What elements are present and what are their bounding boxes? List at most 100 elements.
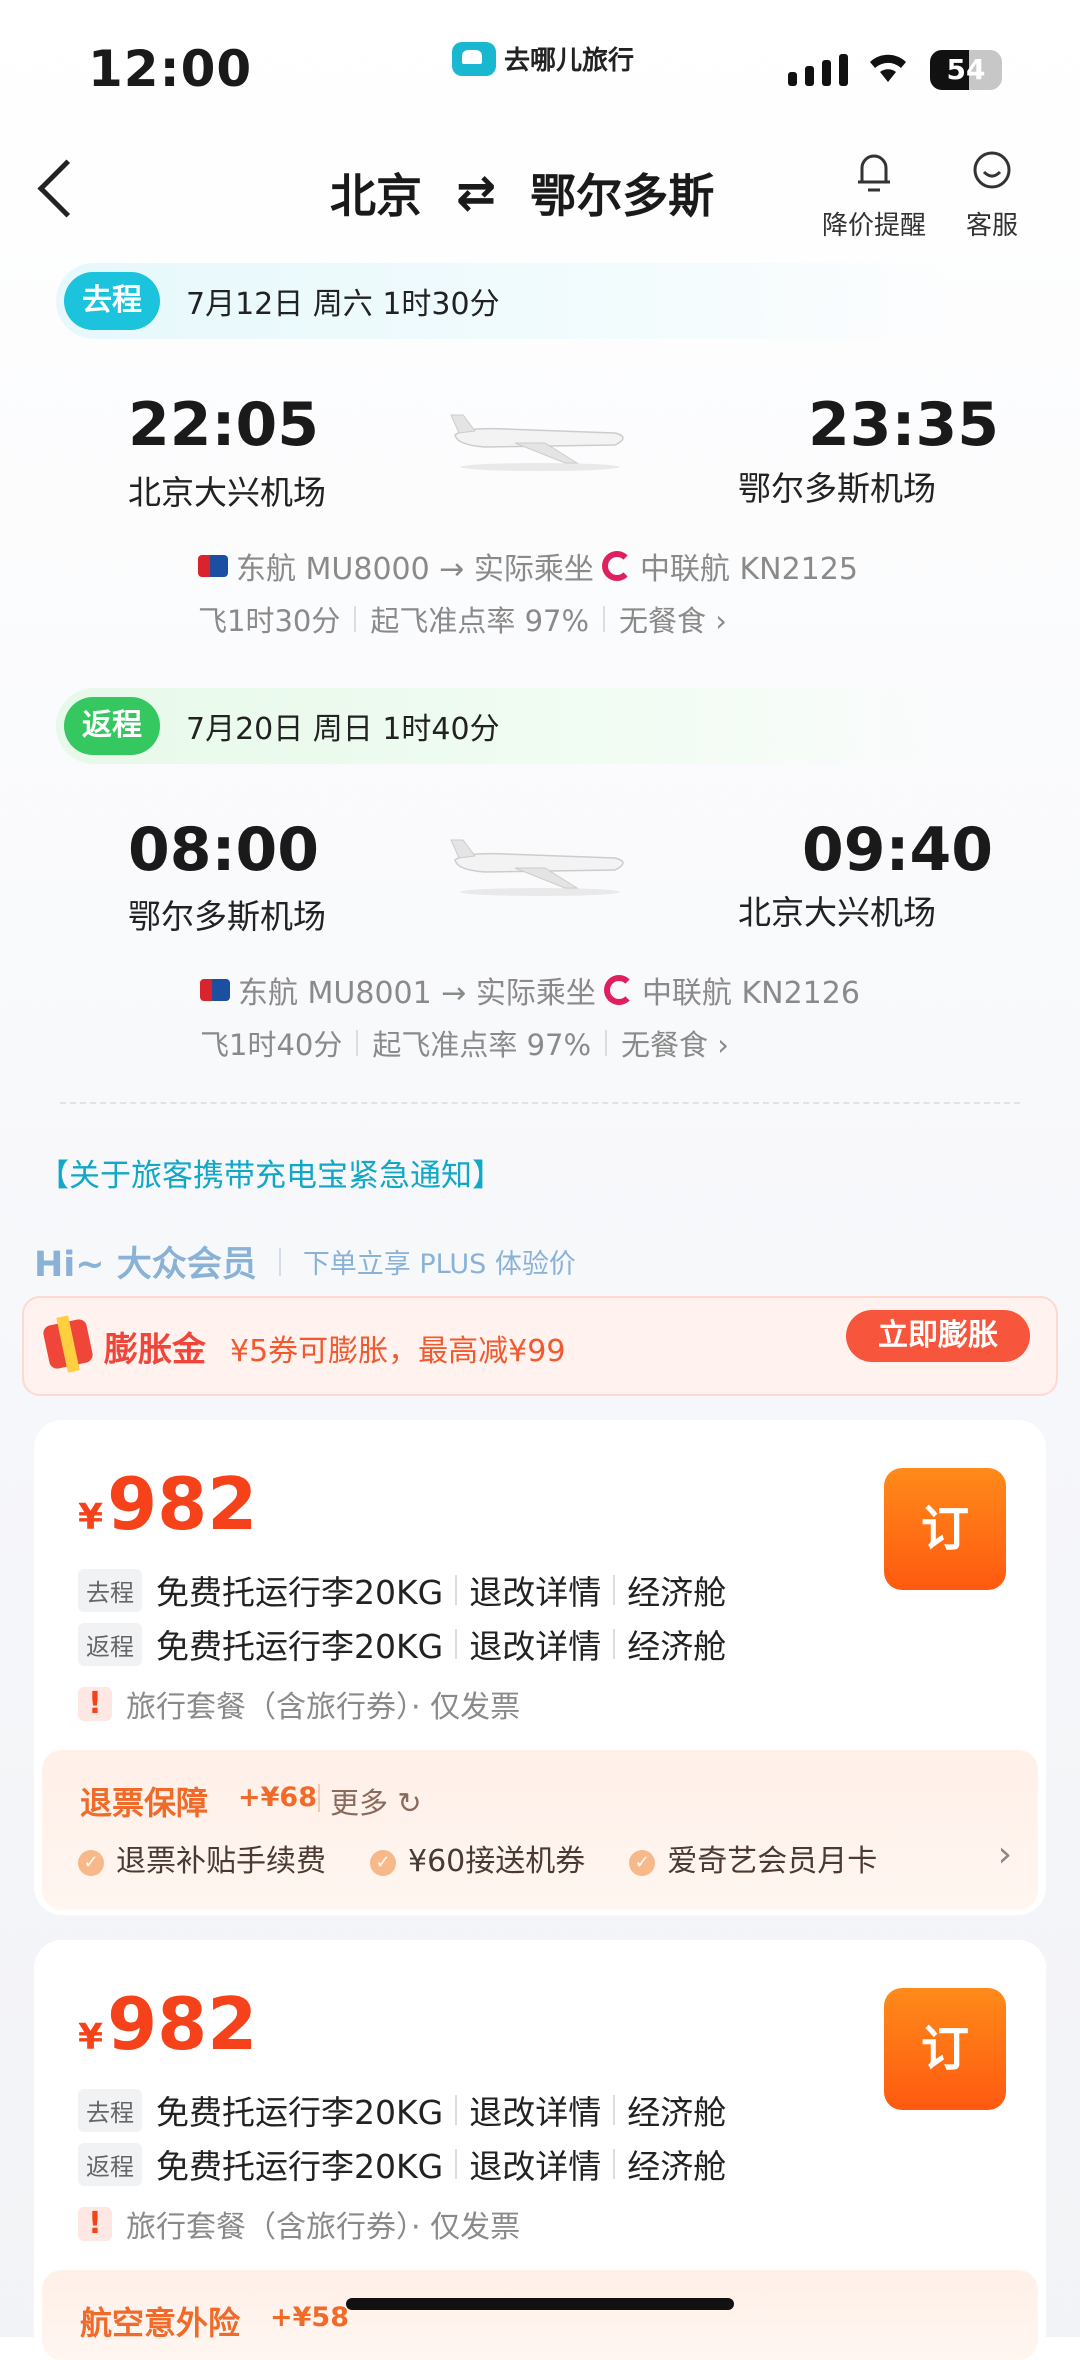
outbound-fare-row: 去程 免费托运行李20KG 退改详情 经济舱 xyxy=(78,2086,726,2134)
swap-icon[interactable]: ⇄ xyxy=(456,165,496,221)
package-info: ! 旅行套餐（含旅行券）· 仅发票 xyxy=(78,2202,520,2246)
fare-price: ¥982 xyxy=(78,1982,258,2066)
chevron-right-icon[interactable]: › xyxy=(998,1834,1012,1875)
return-fare-row: 返程 免费托运行李20KG 退改详情 经济舱 xyxy=(78,2140,726,2188)
member-greeting: Hi~ 大众会员 xyxy=(34,1245,257,1285)
route-title: 北京 ⇄ 鄂尔多斯 xyxy=(330,160,714,226)
refund-protection-panel[interactable]: 退票保障 +¥68 更多 ↻ ✓ 退票补贴手续费 ✓ ¥60接送机券 ✓ 爱奇艺会员月… xyxy=(42,1750,1038,1910)
gift-icon xyxy=(41,1317,95,1371)
battery-icon: 54 xyxy=(930,50,1002,90)
china-united-logo-icon xyxy=(601,551,632,581)
battery-level: 54 xyxy=(946,53,986,86)
book-button[interactable]: 订 xyxy=(884,1988,1006,2110)
service-label: 客服 xyxy=(966,211,1019,241)
brand-name: 去哪儿旅行 xyxy=(504,46,635,76)
return-dep-time: 08:00 xyxy=(128,815,319,885)
service-button[interactable]: 客服 xyxy=(966,150,1018,242)
outbound-banner: 去程 7月12日 周六 1时30分 xyxy=(56,263,956,339)
refund-link[interactable]: 退改详情 xyxy=(469,2140,601,2188)
cabin-class: 经济舱 xyxy=(627,2093,727,2132)
outbound-date-info: 7月12日 周六 1时30分 xyxy=(186,287,500,322)
return-carrier: 东航 MU8001 → 实际乘坐 中联航 KN2126 xyxy=(200,968,860,1012)
bell-icon xyxy=(822,150,926,205)
outbound-ontime: 起飞准点率 97% xyxy=(370,604,590,638)
return-operating-text: 中联航 KN2126 xyxy=(641,976,860,1011)
outbound-meal: 无餐食 › xyxy=(619,604,727,638)
check-icon: ✓ xyxy=(629,1849,656,1876)
powerbank-notice-link[interactable]: 【关于旅客携带充电宝紧急通知】 xyxy=(38,1150,503,1195)
return-banner: 返程 7月20日 周日 1时40分 xyxy=(56,688,956,764)
protection-price: +¥68 xyxy=(238,1782,317,1813)
return-duration: 飞1时40分 xyxy=(200,1028,343,1062)
outbound-dep-airport: 北京大兴机场 xyxy=(128,473,326,512)
china-united-logo-icon xyxy=(603,975,634,1005)
cabin-class: 经济舱 xyxy=(627,1573,727,1612)
divider xyxy=(60,1102,1020,1104)
camel-icon xyxy=(452,41,496,76)
refund-link[interactable]: 退改详情 xyxy=(469,2086,601,2134)
return-tag: 返程 xyxy=(64,697,160,755)
inflate-title: 膨胀金 xyxy=(104,1330,206,1370)
refund-link[interactable]: 退改详情 xyxy=(469,1566,601,1614)
china-eastern-logo-icon xyxy=(198,555,228,577)
baggage-info: 免费托运行李20KG xyxy=(156,2093,444,2132)
alert-icon: ! xyxy=(78,2207,112,2241)
outbound-meta[interactable]: 飞1时30分 起飞准点率 97% 无餐食 › xyxy=(198,598,727,640)
protection-item: ✓ 爱奇艺会员月卡 xyxy=(629,1836,877,1880)
outbound-operating-text: 中联航 KN2125 xyxy=(639,552,858,587)
cabin-class: 经济舱 xyxy=(627,1627,727,1666)
more-options-link[interactable]: 更多 ↻ xyxy=(330,1780,422,1822)
outbound-carrier: 东航 MU8000 → 实际乘坐 中联航 KN2125 xyxy=(198,544,858,588)
signal-icon xyxy=(788,54,848,86)
alert-icon: ! xyxy=(78,1687,112,1721)
outbound-duration: 飞1时30分 xyxy=(198,604,341,638)
from-city: 北京 xyxy=(330,169,422,223)
check-icon: ✓ xyxy=(370,1849,396,1876)
outbound-tag: 去程 xyxy=(64,272,160,330)
return-arr-airport: 北京大兴机场 xyxy=(738,893,936,932)
return-meta[interactable]: 飞1时40分 起飞准点率 97% 无餐食 › xyxy=(200,1022,729,1064)
brand-logo: 去哪儿旅行 xyxy=(452,40,634,77)
return-meal: 无餐食 › xyxy=(621,1028,729,1062)
return-carrier-text: 东航 MU8001 → 实际乘坐 xyxy=(238,976,596,1011)
outbound-arr-airport: 鄂尔多斯机场 xyxy=(738,469,936,508)
outbound-dep-time: 22:05 xyxy=(128,390,319,460)
wifi-icon xyxy=(866,48,910,94)
package-info: ! 旅行套餐（含旅行券）· 仅发票 xyxy=(78,1682,520,1726)
insurance-price: +¥58 xyxy=(270,2302,349,2333)
fare-price: ¥982 xyxy=(78,1462,258,1546)
return-date-info: 7月20日 周日 1时40分 xyxy=(186,712,500,747)
home-indicator xyxy=(346,2298,734,2310)
insurance-panel[interactable]: 航空意外险 +¥58 xyxy=(42,2270,1038,2360)
baggage-info: 免费托运行李20KG xyxy=(156,1573,444,1612)
chat-icon xyxy=(966,150,1018,205)
baggage-info: 免费托运行李20KG xyxy=(156,1627,444,1666)
refund-link[interactable]: 退改详情 xyxy=(469,1620,601,1668)
return-arr-time: 09:40 xyxy=(802,815,993,885)
protection-title: 退票保障 xyxy=(80,1784,209,1822)
outbound-arr-time: 23:35 xyxy=(808,390,999,460)
protection-item: ✓ 退票补贴手续费 xyxy=(78,1836,326,1880)
price-alert-label: 降价提醒 xyxy=(822,211,927,241)
inflate-coupon-banner: 膨胀金 ¥5券可膨胀，最高减¥99 立即膨胀 xyxy=(22,1296,1058,1396)
fare-card: ¥982 订 去程 免费托运行李20KG 退改详情 经济舱 返程 免费托运行李2… xyxy=(34,1940,1046,2360)
return-fare-row: 返程 免费托运行李20KG 退改详情 经济舱 xyxy=(78,1620,726,1668)
to-city: 鄂尔多斯 xyxy=(530,169,715,223)
member-sub: 下单立享 PLUS 体验价 xyxy=(302,1249,576,1280)
outbound-carrier-text: 东航 MU8000 → 实际乘坐 xyxy=(236,552,594,587)
protection-item: ✓ ¥60接送机券 xyxy=(370,1836,585,1880)
cabin-class: 经济舱 xyxy=(627,2147,727,2186)
book-button[interactable]: 订 xyxy=(884,1468,1006,1590)
member-banner[interactable]: Hi~ 大众会员 下单立享 PLUS 体验价 xyxy=(34,1236,576,1287)
airplane-icon xyxy=(450,839,624,896)
fare-card: ¥982 订 去程 免费托运行李20KG 退改详情 经济舱 返程 免费托运行李2… xyxy=(34,1420,1046,1915)
back-button[interactable] xyxy=(37,159,96,218)
inflate-button[interactable]: 立即膨胀 xyxy=(846,1310,1030,1362)
baggage-info: 免费托运行李20KG xyxy=(156,2147,444,2186)
outbound-fare-row: 去程 免费托运行李20KG 退改详情 经济舱 xyxy=(78,1566,726,1614)
price-alert-button[interactable]: 降价提醒 xyxy=(822,150,926,242)
insurance-title: 航空意外险 xyxy=(80,2304,241,2342)
check-icon: ✓ xyxy=(78,1849,104,1876)
return-ontime: 起飞准点率 97% xyxy=(372,1028,592,1062)
status-time: 12:00 xyxy=(88,40,253,98)
